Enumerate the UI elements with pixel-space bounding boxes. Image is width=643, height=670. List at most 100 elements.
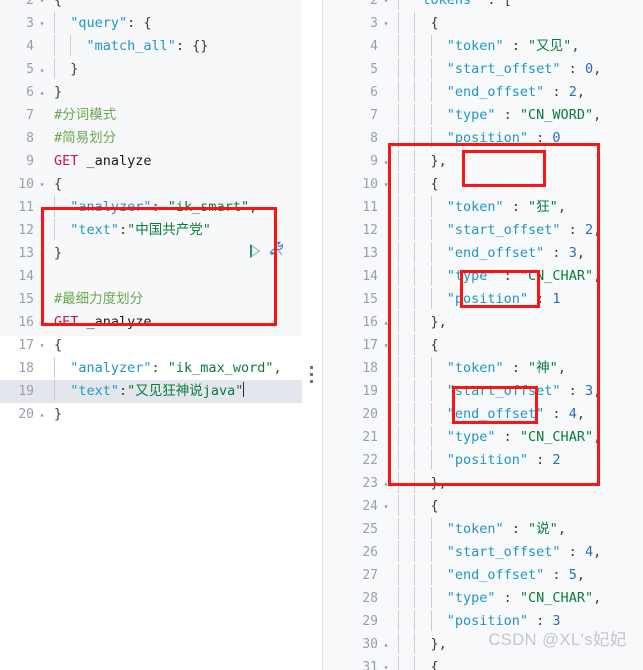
code-text: } [48, 58, 302, 81]
wrench-icon[interactable] [269, 241, 284, 261]
code-line[interactable]: 9 ▴}, [322, 150, 643, 173]
code-line[interactable]: 27 "end_offset" : 5, [322, 564, 643, 587]
code-line[interactable]: 31 ▾{ [322, 656, 643, 670]
pane-splitter[interactable] [302, 0, 322, 670]
code-text: "position" : 1 [392, 288, 643, 311]
fold-toggle-icon[interactable]: ▴ [380, 311, 392, 334]
code-text: }, [392, 311, 643, 334]
code-line[interactable]: 18 "token" : "神", [322, 357, 643, 380]
request-actions[interactable] [250, 241, 284, 261]
code-line[interactable]: 14 [0, 265, 302, 288]
code-line[interactable]: 20 "end_offset" : 4, [322, 403, 643, 426]
response-viewer-pane[interactable]: 2 ▾ "tokens" : [3 ▾{4 "token" : "又见", 5 "start… [322, 0, 643, 670]
line-number: 4 [26, 39, 34, 54]
line-number: 13 [18, 246, 34, 261]
line-number: 29 [362, 614, 378, 629]
code-line[interactable]: 8 "position" : 0 [322, 127, 643, 150]
code-line[interactable]: 5 "start_offset" : 0, [322, 58, 643, 81]
fold-toggle-icon[interactable]: ▾ [380, 0, 392, 12]
drag-dots-icon[interactable] [310, 366, 314, 387]
line-number: 7 [370, 108, 378, 123]
code-line[interactable]: 12 "text":"中国共产党" [0, 219, 302, 242]
request-editor-pane[interactable]: 2 ▾{3 ▾ "query": {4 "match_all": {} 5 ▴} 6 ▴} 7 #分… [0, 0, 302, 670]
code-line[interactable]: 26 "start_offset" : 4, [322, 541, 643, 564]
code-line[interactable]: 17 ▾{ [322, 334, 643, 357]
line-number: 26 [362, 545, 378, 560]
code-line[interactable]: 8 #简易划分 [0, 127, 302, 150]
code-line[interactable]: 7 "type" : "CN_WORD", [322, 104, 643, 127]
code-line[interactable]: 20 ▴} [0, 403, 302, 426]
code-line[interactable]: 28 "type" : "CN_CHAR", [322, 587, 643, 610]
fold-toggle-icon[interactable]: ▾ [36, 12, 48, 35]
response-viewer-lines[interactable]: 2 ▾ "tokens" : [3 ▾{4 "token" : "又见", 5 "start… [322, 0, 643, 670]
code-line[interactable]: 15 "position" : 1 [322, 288, 643, 311]
fold-toggle-icon[interactable]: ▴ [380, 150, 392, 173]
code-line[interactable]: 3 ▾ "query": { [0, 12, 302, 35]
code-text: } [54, 84, 63, 100]
line-number: 11 [18, 200, 34, 215]
code-line[interactable]: 11 "analyzer": "ik_smart", [0, 196, 302, 219]
line-number: 11 [362, 200, 378, 215]
code-line[interactable]: 14 "type" : "CN_CHAR", [322, 265, 643, 288]
code-line[interactable]: 7 #分词模式 [0, 104, 302, 127]
code-text: "type" : "CN_CHAR", [392, 265, 643, 288]
fold-toggle-icon[interactable]: ▾ [36, 173, 48, 196]
code-text: } [54, 406, 63, 422]
code-text: "token" : "说", [392, 518, 643, 541]
line-number: 22 [362, 453, 378, 468]
code-line[interactable]: 2 ▾ "tokens" : [ [322, 0, 643, 12]
fold-toggle-icon[interactable]: ▾ [36, 334, 48, 357]
code-line[interactable]: 19 "text":"又见狂神说java" [0, 380, 302, 403]
code-text: "text":"中国共产党" [48, 219, 302, 242]
fold-toggle-icon[interactable]: ▾ [380, 656, 392, 670]
fold-toggle-icon[interactable]: ▾ [380, 173, 392, 196]
code-line[interactable]: 18 "analyzer": "ik_max_word", [0, 357, 302, 380]
code-text: "analyzer": "ik_smart", [48, 196, 302, 219]
fold-toggle-icon[interactable]: ▴ [36, 403, 48, 426]
code-line[interactable]: 11 "token" : "狂", [322, 196, 643, 219]
fold-toggle-icon[interactable]: ▾ [36, 0, 48, 12]
code-line[interactable]: 15 #最细力度划分 [0, 288, 302, 311]
request-editor-lines[interactable]: 2 ▾{3 ▾ "query": {4 "match_all": {} 5 ▴} 6 ▴} 7 #分… [0, 0, 302, 426]
code-line[interactable]: 19 "start_offset" : 3, [322, 380, 643, 403]
code-line[interactable]: 3 ▾{ [322, 12, 643, 35]
line-number: 8 [26, 131, 34, 146]
code-text: }, [392, 472, 643, 495]
code-line[interactable]: 16 GET _analyze [0, 311, 302, 334]
code-line[interactable]: 9 GET _analyze [0, 150, 302, 173]
fold-toggle-icon[interactable]: ▴ [380, 633, 392, 656]
code-line[interactable]: 10 ▾{ [322, 173, 643, 196]
code-line[interactable]: 4 "token" : "又见", [322, 35, 643, 58]
code-line[interactable]: 5 ▴} [0, 58, 302, 81]
code-text: "analyzer": "ik_max_word", [48, 357, 302, 380]
fold-toggle-icon[interactable]: ▾ [380, 495, 392, 518]
line-number: 5 [26, 62, 34, 77]
fold-toggle-icon[interactable]: ▴ [380, 472, 392, 495]
code-line[interactable]: 22 "position" : 2 [322, 449, 643, 472]
code-line[interactable]: 10 ▾{ [0, 173, 302, 196]
code-line[interactable]: 24 ▾{ [322, 495, 643, 518]
line-number: 30 [362, 637, 378, 652]
code-line[interactable]: 23 ▴}, [322, 472, 643, 495]
play-icon[interactable] [250, 244, 260, 258]
code-line[interactable]: 6 "end_offset" : 2, [322, 81, 643, 104]
line-number: 6 [370, 85, 378, 100]
code-text: "start_offset" : 3, [392, 380, 643, 403]
line-number: 27 [362, 568, 378, 583]
code-line[interactable]: 17 ▾{ [0, 334, 302, 357]
code-line[interactable]: 16 ▴}, [322, 311, 643, 334]
code-line[interactable]: 12 "start_offset" : 2, [322, 219, 643, 242]
fold-toggle-icon[interactable]: ▾ [380, 12, 392, 35]
code-line[interactable]: 25 "token" : "说", [322, 518, 643, 541]
fold-toggle-icon[interactable]: ▴ [36, 58, 48, 81]
fold-toggle-icon[interactable]: ▾ [380, 334, 392, 357]
code-line[interactable]: 2 ▾ { [0, 0, 302, 12]
code-line[interactable]: 21 "type" : "CN_CHAR", [322, 426, 643, 449]
fold-toggle-icon[interactable]: ▴ [36, 242, 48, 265]
code-line[interactable]: 13 "end_offset" : 3, [322, 242, 643, 265]
line-number: 31 [362, 660, 378, 670]
code-line[interactable]: 4 "match_all": {} [0, 35, 302, 58]
line-number: 20 [18, 407, 34, 422]
fold-toggle-icon[interactable]: ▴ [36, 81, 48, 104]
code-line[interactable]: 6 ▴} [0, 81, 302, 104]
